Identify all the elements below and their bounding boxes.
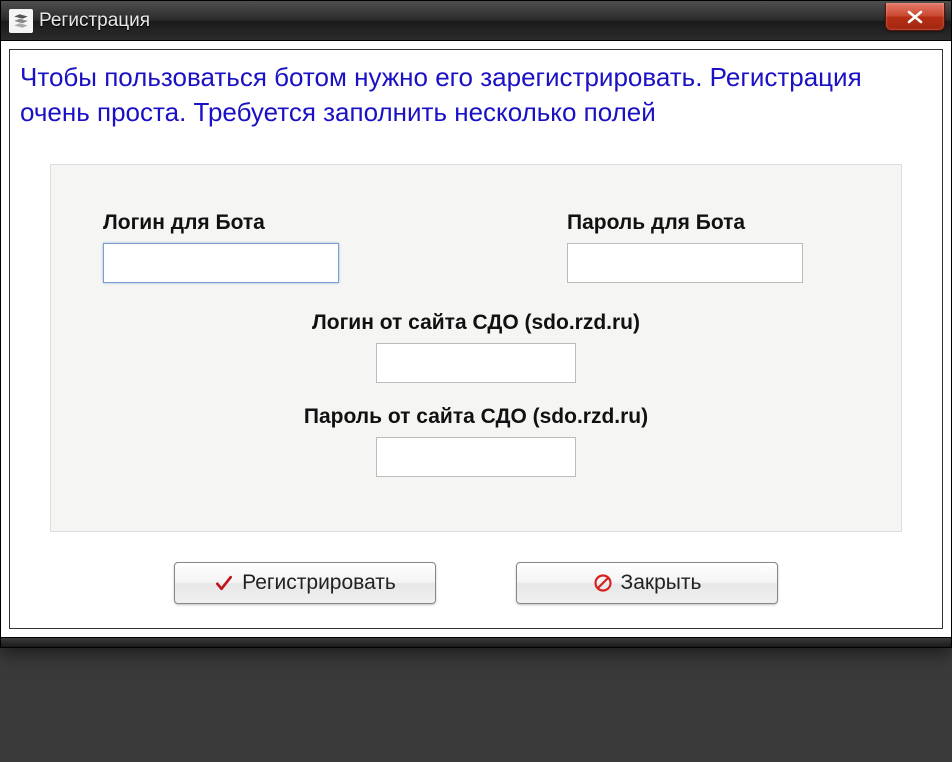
close-button-label: Закрыть [621, 571, 702, 595]
form-panel: Логин для Бота Пароль для Бота Логин от … [50, 164, 902, 532]
titlebar: Регистрация [1, 1, 951, 41]
bot-login-block: Логин для Бота [103, 211, 339, 283]
sdo-login-label: Логин от сайта СДО (sdo.rzd.ru) [312, 311, 640, 335]
sdo-password-block: Пароль от сайта СДО (sdo.rzd.ru) [99, 405, 853, 477]
bot-password-block: Пароль для Бота [567, 211, 803, 283]
bot-password-label: Пароль для Бота [567, 211, 745, 235]
buttons-row: Регистрировать Закрыть [10, 552, 942, 628]
sdo-password-label: Пароль от сайта СДО (sdo.rzd.ru) [304, 405, 648, 429]
content-frame: Чтобы пользоваться ботом нужно его зарег… [9, 49, 943, 629]
top-row: Логин для Бота Пароль для Бота [99, 211, 853, 283]
bottom-frame [1, 637, 951, 647]
bot-login-label: Логин для Бота [103, 211, 265, 235]
register-button-label: Регистрировать [242, 571, 396, 595]
close-button[interactable]: Закрыть [516, 562, 778, 604]
cancel-icon [593, 573, 613, 593]
registration-window: Регистрация Чтобы пользоваться ботом нуж… [0, 0, 952, 648]
window-title: Регистрация [39, 10, 150, 32]
sdo-login-block: Логин от сайта СДО (sdo.rzd.ru) [99, 311, 853, 383]
check-icon [214, 573, 234, 593]
sdo-password-input[interactable] [376, 437, 576, 477]
close-icon [905, 10, 925, 24]
sdo-login-input[interactable] [376, 343, 576, 383]
app-icon [9, 9, 33, 33]
register-button[interactable]: Регистрировать [174, 562, 436, 604]
bot-password-input[interactable] [567, 243, 803, 283]
description-text: Чтобы пользоваться ботом нужно его зарег… [10, 50, 942, 146]
window-close-button[interactable] [885, 3, 945, 31]
bot-login-input[interactable] [103, 243, 339, 283]
